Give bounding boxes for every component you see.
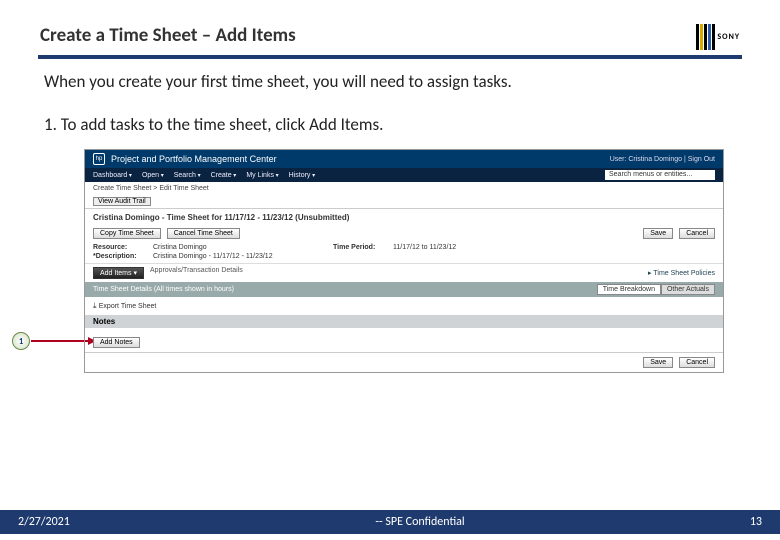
search-input[interactable]: Search menus or entities... — [605, 170, 715, 180]
cancel-timesheet-button[interactable]: Cancel Time Sheet — [167, 228, 240, 239]
footer-confidential: -- SPE Confidential — [120, 515, 720, 529]
app-title: Project and Portfolio Management Center — [111, 154, 277, 164]
export-link[interactable]: Export Time Sheet — [85, 297, 723, 315]
cancel-button-top[interactable]: Cancel — [679, 228, 715, 239]
save-button-top[interactable]: Save — [643, 228, 673, 239]
copy-timesheet-button[interactable]: Copy Time Sheet — [93, 228, 161, 239]
embedded-screenshot: hp Project and Portfolio Management Cent… — [84, 149, 724, 373]
description-label: *Description: — [93, 253, 153, 260]
add-items-button[interactable]: Add Items ▾ — [93, 267, 144, 279]
intro-text: When you create your first time sheet, y… — [44, 71, 740, 92]
step-1-text: 1. To add tasks to the time sheet, click… — [44, 114, 740, 135]
period-label: Time Period: — [333, 244, 393, 251]
footer-date: 2/27/2021 — [0, 515, 120, 529]
header-rule — [38, 55, 742, 59]
menu-history[interactable]: History — [289, 172, 315, 179]
user-info[interactable]: User: Cristina Domingo | Sign Out — [610, 156, 715, 163]
logo-text: SONY — [717, 33, 740, 42]
approval-link[interactable]: Approvals/Transaction Details — [150, 267, 243, 279]
callout-badge-1: 1 — [12, 332, 30, 350]
policies-link[interactable]: Time Sheet Policies — [648, 269, 715, 277]
page-title: Create a Time Sheet – Add Items — [40, 24, 296, 55]
slide-footer: 2/27/2021 -- SPE Confidential 13 — [0, 510, 780, 534]
menu-dashboard[interactable]: Dashboard — [93, 172, 132, 179]
add-notes-button[interactable]: Add Notes — [93, 337, 140, 348]
details-bar-label: Time Sheet Details (All times shown in h… — [93, 286, 234, 293]
resource-label: Resource: — [93, 244, 153, 251]
menu-mylinks[interactable]: My Links — [246, 172, 278, 179]
resource-value: Cristina Domingo — [153, 244, 333, 251]
tab-time-breakdown[interactable]: Time Breakdown — [597, 284, 661, 295]
menu-open[interactable]: Open — [142, 172, 164, 179]
period-value: 11/17/12 to 11/23/12 — [393, 244, 715, 251]
menu-create[interactable]: Create — [211, 172, 237, 179]
cancel-button-bottom[interactable]: Cancel — [679, 357, 715, 368]
description-value[interactable]: Cristina Domingo - 11/17/12 - 11/23/12 — [153, 253, 333, 260]
timesheet-heading: Cristina Domingo - Time Sheet for 11/17/… — [85, 208, 723, 226]
breadcrumb: Create Time Sheet > Edit Time Sheet — [85, 182, 723, 195]
sony-logo: SONY — [696, 24, 740, 50]
menu-search[interactable]: Search — [174, 172, 201, 179]
view-audit-button[interactable]: View Audit Trail — [93, 197, 151, 206]
notes-heading: Notes — [85, 315, 723, 328]
save-button-bottom[interactable]: Save — [643, 357, 673, 368]
footer-page-number: 13 — [720, 515, 780, 529]
tab-other-actuals[interactable]: Other Actuals — [661, 284, 715, 295]
hp-logo-icon: hp — [93, 153, 105, 165]
